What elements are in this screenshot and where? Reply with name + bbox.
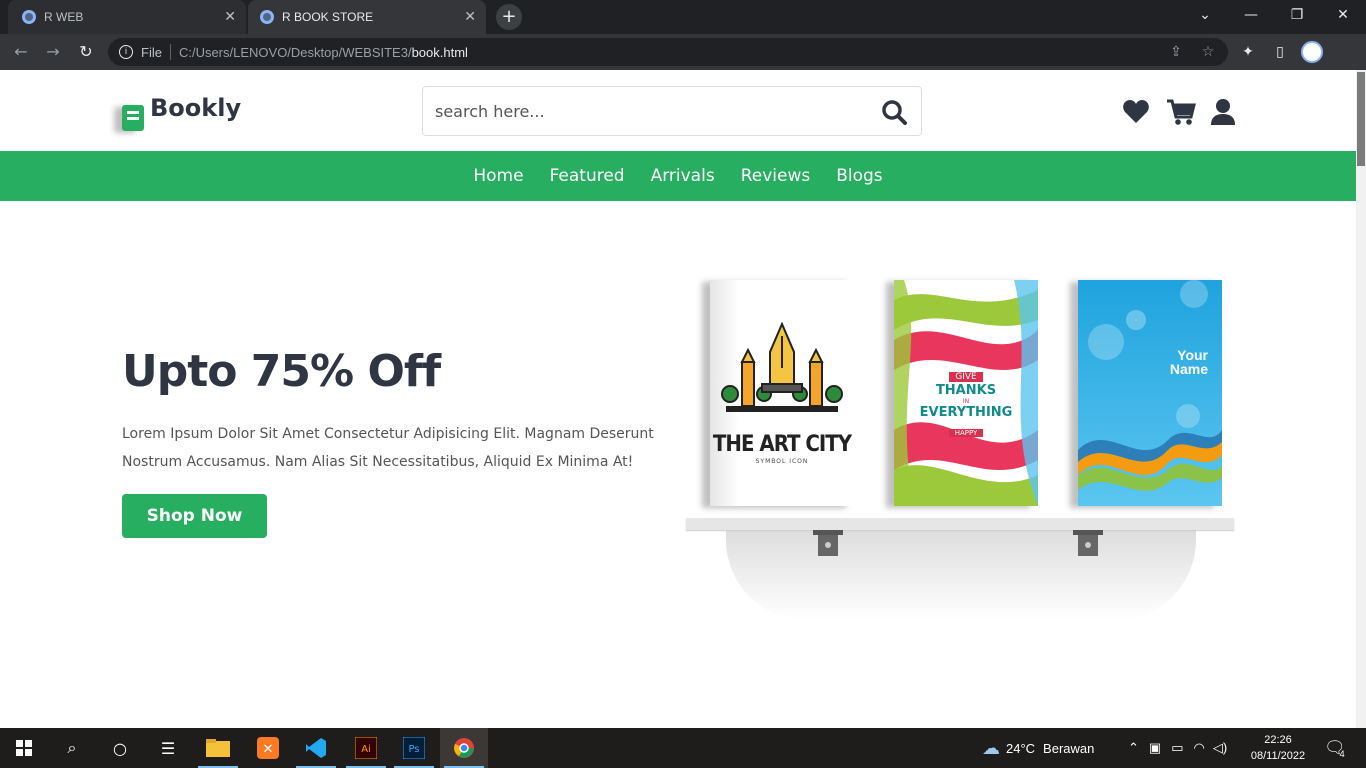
notification-count: 4 (1339, 749, 1345, 759)
nav-home[interactable]: Home (473, 166, 523, 186)
volume-icon[interactable]: ◁) (1213, 740, 1227, 756)
web-page: Bookly Home Featured Arrivals Reviews Bl (0, 70, 1356, 728)
file-explorer-icon[interactable] (194, 728, 242, 768)
shop-now-button[interactable]: Shop Now (122, 494, 267, 538)
bookshelf (686, 518, 1234, 530)
nav-featured[interactable]: Featured (550, 166, 625, 186)
nav-arrivals[interactable]: Arrivals (651, 166, 715, 186)
globe-icon (260, 10, 274, 24)
tab-r-book-store[interactable]: R BOOK STORE ✕ (248, 0, 486, 34)
shelf-shadow (726, 530, 1196, 620)
tab-search-icon[interactable]: ⌄ (1182, 0, 1228, 34)
windows-start-icon[interactable] (0, 728, 48, 768)
nav-blogs[interactable]: Blogs (836, 166, 882, 186)
divider (169, 44, 171, 60)
side-panel-icon[interactable]: ▯ (1270, 42, 1290, 62)
profile-avatar[interactable] (1301, 41, 1323, 63)
notifications-icon[interactable]: 🗨 4 (1324, 728, 1346, 768)
windows-taskbar: ⌕ ○ ☰ ✕ Ai Ps ☁ 24°C Berawan ⌃ ▣ ▭ ◠ ◁) … (0, 728, 1366, 768)
browser-tab-bar: R WEB ✕ R BOOK STORE ✕ + ⌄ — ❐ ✕ (0, 0, 1366, 34)
reload-icon[interactable]: ↻ (75, 42, 97, 62)
tab-label: R BOOK STORE (282, 10, 374, 24)
scrollbar-thumb[interactable] (1357, 72, 1365, 166)
scheme-label: File (141, 44, 162, 60)
main-navbar: Home Featured Arrivals Reviews Blogs (0, 151, 1356, 201)
book-cover-your-name[interactable]: Your Name (1078, 280, 1222, 506)
hero-description: Lorem Ipsum Dolor Sit Amet Consectetur A… (122, 426, 654, 470)
book-logo-icon (122, 105, 144, 131)
close-window-button[interactable]: ✕ (1320, 0, 1366, 34)
chrome-icon[interactable] (440, 728, 488, 768)
user-icon[interactable] (1210, 98, 1236, 126)
clock-time: 22:26 (1264, 734, 1292, 746)
search-icon[interactable]: ⌕ (48, 728, 96, 768)
svg-text:✕: ✕ (263, 742, 274, 757)
cortana-icon[interactable]: ○ (96, 728, 144, 768)
weather-widget[interactable]: ☁ 24°C Berawan (982, 728, 1094, 768)
meet-now-icon[interactable]: ▣ (1149, 740, 1161, 756)
close-tab-icon[interactable]: ✕ (224, 8, 236, 25)
xampp-icon[interactable]: ✕ (244, 728, 292, 768)
clock-date: 08/11/2022 (1250, 750, 1306, 762)
nav-reviews[interactable]: Reviews (741, 166, 811, 186)
share-icon[interactable]: ⇪ (1166, 42, 1186, 62)
restore-button[interactable]: ❐ (1274, 0, 1320, 34)
address-bar[interactable]: i File C:/Users/LENOVO/Desktop/WEBSITE3/… (108, 38, 1228, 66)
shelf-bracket (813, 530, 843, 556)
book-cover-text: Your Name (1169, 347, 1208, 377)
new-tab-button[interactable]: + (496, 4, 522, 30)
url-text: C:/Users/LENOVO/Desktop/WEBSITE3/book.ht… (178, 44, 468, 60)
shelf-bracket (1073, 530, 1103, 556)
book-cover-give-thanks[interactable]: GIVE THANKS IN EVERYTHING HAPPY (894, 280, 1038, 506)
svg-text:Ai: Ai (361, 744, 371, 755)
photoshop-icon[interactable]: Ps (390, 728, 438, 768)
back-icon[interactable]: ← (10, 42, 32, 62)
page-scrollbar[interactable] (1356, 70, 1366, 728)
close-tab-icon[interactable]: ✕ (464, 8, 476, 25)
search-input[interactable] (423, 87, 863, 135)
hero-title: Upto 75% Off (122, 346, 441, 397)
cloud-icon: ☁ (982, 737, 1000, 758)
clock[interactable]: 22:26 08/11/2022 (1246, 728, 1310, 768)
svg-text:Ps: Ps (408, 744, 419, 755)
search-icon[interactable] (881, 99, 907, 125)
extensions-puzzle-icon[interactable]: ✦ (1238, 42, 1258, 62)
task-view-icon[interactable]: ☰ (144, 728, 192, 768)
illustrator-icon[interactable]: Ai (342, 728, 390, 768)
tray-icons: ⌃ ▣ ▭ ◠ ◁) (1128, 728, 1227, 768)
weather-temp: 24°C (1006, 740, 1036, 756)
bookmark-star-icon[interactable]: ☆ (1198, 42, 1218, 62)
site-logo[interactable]: Bookly (122, 94, 242, 131)
logo-text: Bookly (150, 94, 242, 122)
tab-label: R WEB (44, 10, 84, 24)
vscode-icon[interactable] (292, 728, 340, 768)
search-form (422, 86, 922, 136)
books-showcase: THE ART CITY SYMBOL ICON GIVE THANKS IN … (686, 270, 1234, 630)
bubble-wave-pattern (1078, 280, 1222, 491)
heart-icon[interactable] (1122, 98, 1150, 126)
book-cover-art-city[interactable]: THE ART CITY SYMBOL ICON (710, 280, 854, 506)
tab-r-web[interactable]: R WEB ✕ (8, 0, 246, 34)
site-header: Bookly (0, 70, 1356, 151)
wifi-icon[interactable]: ◠ (1194, 740, 1205, 756)
minimize-button[interactable]: — (1228, 0, 1274, 34)
weather-desc: Berawan (1043, 740, 1095, 756)
forward-icon[interactable]: → (42, 42, 64, 62)
info-icon[interactable]: i (119, 45, 133, 59)
cart-icon[interactable] (1166, 98, 1196, 126)
globe-icon (22, 10, 36, 24)
book-subtitle: SYMBOL ICON (755, 458, 809, 465)
battery-icon[interactable]: ▭ (1171, 740, 1183, 756)
chevron-up-icon[interactable]: ⌃ (1128, 740, 1139, 756)
book-cover-text: GIVE THANKS IN EVERYTHING HAPPY (919, 372, 1013, 437)
pen-nib-illustration (721, 322, 843, 412)
book-title: THE ART CITY (712, 432, 852, 457)
